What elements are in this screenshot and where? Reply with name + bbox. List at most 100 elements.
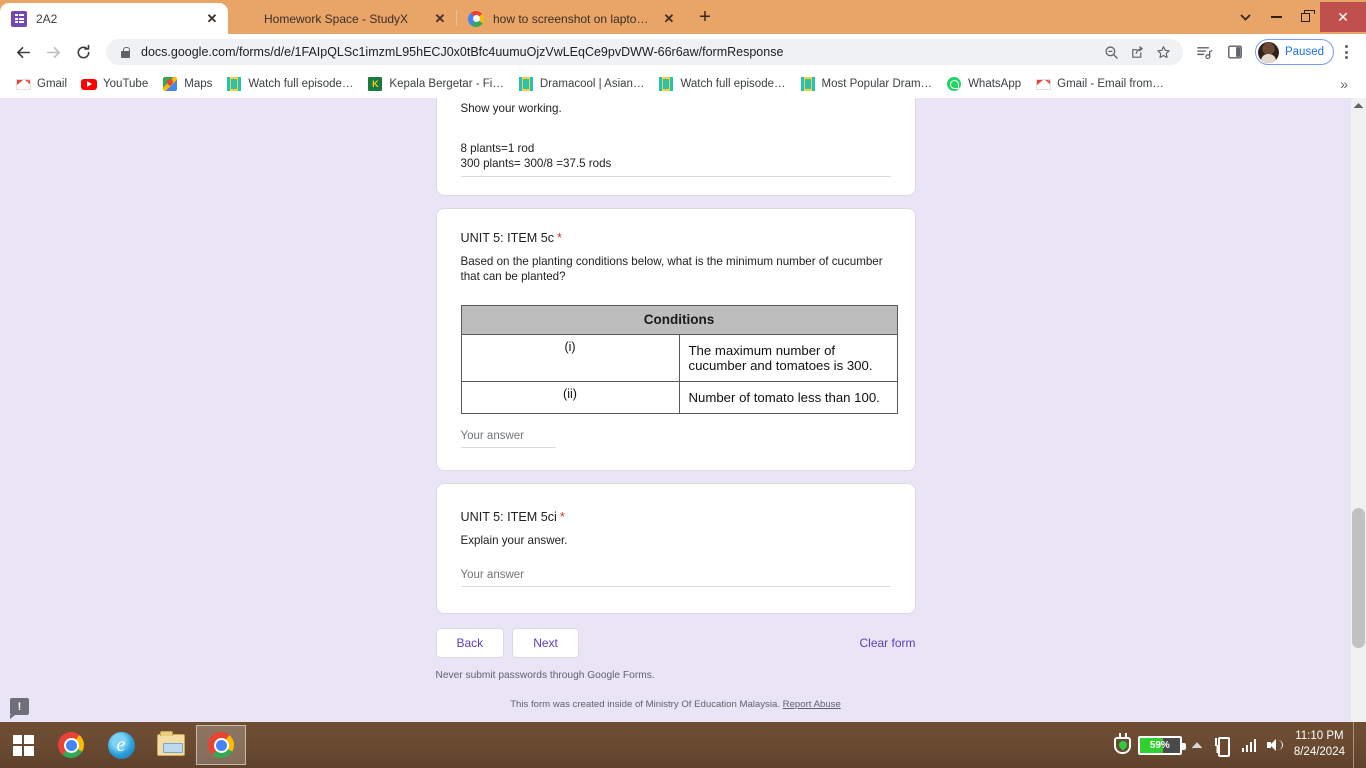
next-button[interactable]: Next bbox=[512, 628, 579, 659]
signal-bars-icon[interactable] bbox=[1236, 722, 1262, 768]
bookmark-watch-full-episode-2[interactable]: Watch full episode… bbox=[651, 73, 792, 95]
profile-chip[interactable]: Paused bbox=[1254, 39, 1334, 65]
close-icon[interactable]: ✕ bbox=[661, 11, 677, 27]
required-marker: * bbox=[559, 509, 565, 524]
profile-status-label: Paused bbox=[1284, 46, 1324, 58]
bookmark-gmail-email-from[interactable]: Gmail - Email from… bbox=[1028, 73, 1171, 95]
bookmark-dramacool[interactable]: Dramacool | Asian… bbox=[511, 73, 652, 95]
clear-form-link[interactable]: Clear form bbox=[859, 636, 915, 650]
file-explorer-taskbar-icon[interactable] bbox=[146, 725, 196, 765]
volume-icon[interactable] bbox=[1262, 722, 1288, 768]
system-tray: 59% 11:10 PM 8/24/2024 bbox=[1110, 722, 1366, 768]
three-dots-icon[interactable] bbox=[1334, 38, 1358, 66]
question-title-5c: UNIT 5: ITEM 5c * bbox=[461, 231, 891, 245]
chevron-down-icon[interactable] bbox=[1228, 2, 1262, 32]
window-controls: ✕ bbox=[1228, 0, 1366, 34]
google-forms-icon bbox=[11, 10, 27, 27]
answer-input-5c[interactable]: Your answer bbox=[460, 429, 556, 448]
bookmarks-overflow-icon[interactable]: » bbox=[1340, 76, 1358, 92]
question-card-5c: UNIT 5: ITEM 5c * Based on the planting c… bbox=[435, 208, 916, 471]
minimize-button[interactable] bbox=[1262, 2, 1291, 32]
gmail-icon bbox=[1035, 76, 1051, 92]
page-scrollbar[interactable] bbox=[1351, 98, 1366, 722]
bookmark-kepala-bergetar[interactable]: K Kepala Bergetar - Fi… bbox=[360, 73, 510, 95]
clock-time: 11:10 PM bbox=[1295, 730, 1344, 743]
table-row: (i) The maximum number of cucumber and t… bbox=[460, 333, 898, 382]
answer-placeholder: Your answer bbox=[460, 429, 525, 442]
reload-icon[interactable] bbox=[68, 37, 98, 67]
question-title-text: UNIT 5: ITEM 5c bbox=[460, 231, 555, 246]
page-viewport: Show your working. 8 plants=1 rod 300 pl… bbox=[0, 98, 1366, 722]
chrome-window-taskbar-icon[interactable] bbox=[196, 725, 246, 765]
kisskh-icon bbox=[226, 76, 242, 92]
bookmark-watch-full-episode-1[interactable]: Watch full episode… bbox=[219, 73, 360, 95]
bookmark-maps[interactable]: Maps bbox=[155, 73, 219, 95]
required-marker: * bbox=[557, 231, 562, 246]
bookmark-gmail[interactable]: Gmail bbox=[8, 73, 74, 95]
answer-input-5ci[interactable]: Your answer bbox=[460, 569, 891, 588]
bookmark-label: Gmail bbox=[37, 78, 68, 90]
clock[interactable]: 11:10 PM 8/24/2024 bbox=[1288, 729, 1353, 760]
created-inside-text: This form was created inside of Ministry… bbox=[510, 699, 780, 711]
answer-text-line-1: 8 plants=1 rod bbox=[460, 142, 535, 156]
network-device-icon[interactable] bbox=[1210, 722, 1236, 768]
close-icon[interactable]: ✕ bbox=[204, 11, 220, 27]
show-desktop-button[interactable] bbox=[1353, 722, 1360, 768]
tabs-area: 2A2 ✕ Homework Space - StudyX ✕ how to s… bbox=[0, 0, 719, 34]
close-window-button[interactable]: ✕ bbox=[1320, 2, 1366, 32]
chrome-taskbar-icon[interactable] bbox=[46, 725, 96, 765]
condition-text: Number of tomato less than 100. bbox=[678, 380, 898, 414]
condition-number: (ii) bbox=[460, 380, 680, 414]
bookmark-label: Watch full episode… bbox=[248, 78, 354, 90]
new-tab-button[interactable]: + bbox=[691, 3, 719, 31]
forward-icon[interactable] bbox=[38, 37, 68, 67]
question-title-5ci: UNIT 5: ITEM 5ci * bbox=[461, 510, 891, 524]
battery-indicator[interactable]: 59% bbox=[1137, 735, 1186, 755]
avatar bbox=[1257, 41, 1279, 63]
bookmark-youtube[interactable]: YouTube bbox=[74, 73, 155, 95]
zoom-out-icon[interactable] bbox=[1099, 39, 1125, 65]
question-title-text: UNIT 5: ITEM 5ci bbox=[460, 509, 557, 524]
created-inside-notice: This form was created inside of Ministry… bbox=[436, 699, 916, 710]
never-submit-notice: Never submit passwords through Google Fo… bbox=[435, 670, 655, 682]
star-icon[interactable] bbox=[1151, 39, 1177, 65]
bookmark-most-popular-drama[interactable]: Most Popular Dram… bbox=[793, 73, 940, 95]
question-description: Show your working. bbox=[460, 102, 562, 115]
back-button[interactable]: Back bbox=[435, 628, 505, 659]
form-actions-row: Back Next Clear form bbox=[435, 628, 916, 659]
conditions-table: Conditions (i) The maximum number of cuc… bbox=[460, 304, 898, 414]
internet-explorer-taskbar-icon[interactable]: e bbox=[96, 725, 146, 765]
google-maps-icon bbox=[162, 76, 178, 92]
kisskh-icon bbox=[658, 76, 674, 92]
side-panel-icon[interactable] bbox=[1221, 38, 1249, 66]
gmail-icon bbox=[15, 76, 31, 92]
reading-list-icon[interactable] bbox=[1191, 38, 1219, 66]
start-button[interactable] bbox=[0, 722, 46, 768]
table-header-row: Conditions bbox=[460, 304, 898, 335]
browser-tab-1[interactable]: 2A2 ✕ bbox=[0, 3, 228, 34]
kisskh-icon bbox=[800, 76, 816, 92]
ie-glyph: e bbox=[107, 731, 135, 759]
windows-taskbar: e 59% 11:10 PM 8/24/2024 bbox=[0, 722, 1366, 768]
close-icon[interactable]: ✕ bbox=[432, 11, 448, 27]
bookmark-label: Maps bbox=[184, 78, 213, 90]
browser-tab-2[interactable]: Homework Space - StudyX ✕ bbox=[228, 3, 456, 34]
windows-start-icon bbox=[12, 734, 34, 756]
back-icon[interactable] bbox=[8, 37, 38, 67]
browser-window: 2A2 ✕ Homework Space - StudyX ✕ how to s… bbox=[0, 0, 1366, 722]
browser-tab-3[interactable]: how to screenshot on laptop - G… ✕ bbox=[457, 3, 685, 34]
report-abuse-link[interactable]: Report Abuse bbox=[783, 699, 841, 710]
tab-strip: 2A2 ✕ Homework Space - StudyX ✕ how to s… bbox=[0, 0, 1366, 34]
power-plug-icon[interactable] bbox=[1110, 722, 1136, 768]
bookmark-whatsapp[interactable]: WhatsApp bbox=[939, 73, 1028, 95]
share-icon[interactable] bbox=[1125, 39, 1151, 65]
form-footer: Back Next Clear form Never submit passwo… bbox=[435, 628, 916, 722]
scrollbar-thumb[interactable] bbox=[1352, 508, 1365, 648]
tab-title: 2A2 bbox=[36, 11, 58, 26]
address-bar[interactable]: docs.google.com/forms/d/e/1FAIpQLSc1imzm… bbox=[106, 39, 1183, 65]
maximize-button[interactable] bbox=[1291, 2, 1320, 32]
question-card-5ci: UNIT 5: ITEM 5ci * Explain your answer. Y… bbox=[435, 482, 916, 615]
scroll-up-arrow-icon[interactable] bbox=[1351, 98, 1366, 113]
feedback-badge[interactable]: ! bbox=[10, 698, 29, 719]
show-hidden-icons-icon[interactable] bbox=[1184, 722, 1210, 768]
